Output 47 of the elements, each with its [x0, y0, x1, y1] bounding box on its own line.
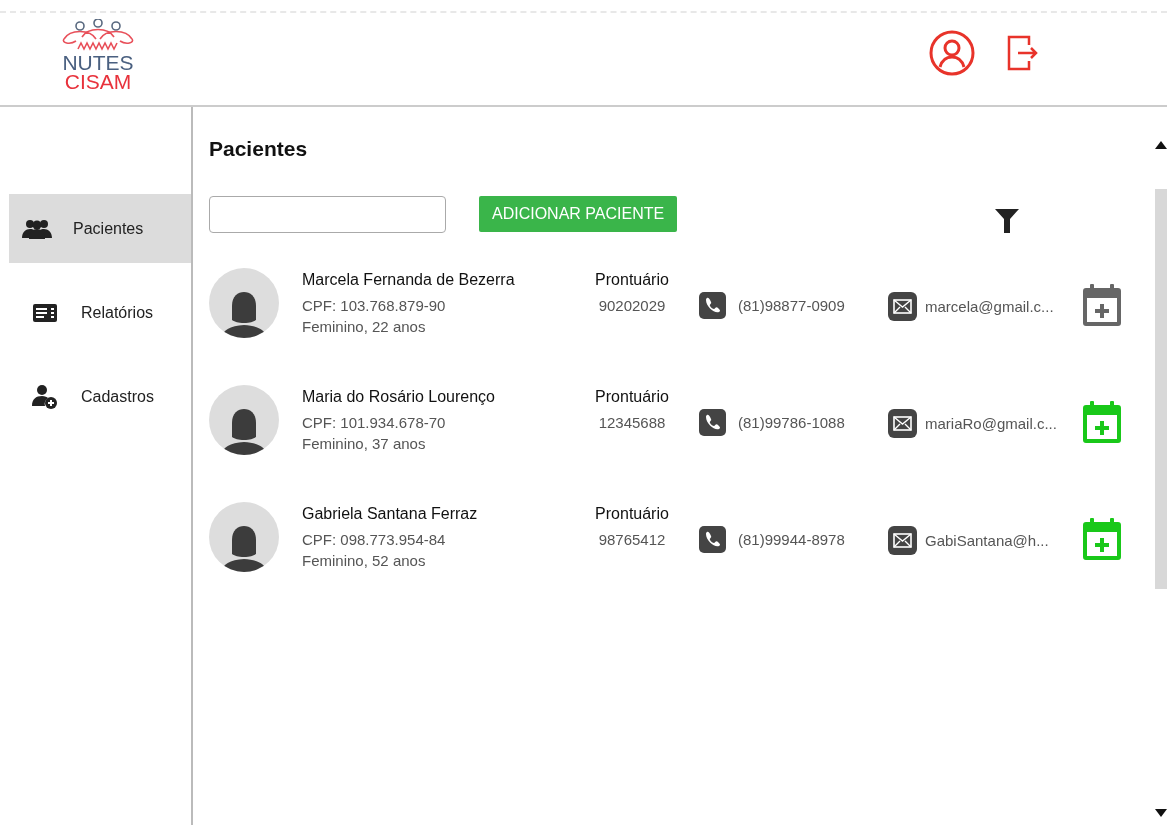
scroll-down-icon[interactable] — [1155, 809, 1167, 817]
patient-cpf: CPF: 101.934.678-70 — [302, 414, 447, 431]
sidebar-item[interactable]: Relatórios — [9, 278, 191, 347]
logout-icon[interactable] — [1007, 34, 1039, 71]
phone-icon — [699, 409, 726, 436]
person-silhouette-icon — [222, 292, 266, 338]
record-label: Prontuário — [595, 505, 669, 523]
phone-icon — [699, 292, 726, 319]
user-profile-icon[interactable] — [929, 29, 975, 76]
record-number: 90202029 — [598, 297, 666, 314]
phone-icon — [699, 526, 726, 553]
sidebar-item[interactable]: Cadastros — [9, 362, 191, 431]
email-address: mariaRo@gmail.c... — [925, 415, 1057, 432]
scroll-up-icon[interactable] — [1155, 141, 1167, 149]
patient-name: Marcela Fernanda de Bezerra — [302, 271, 516, 289]
filter-icon[interactable] — [995, 209, 1019, 233]
logo-text: CISAM — [64, 71, 132, 91]
phone-number: (81)99944-8978 — [738, 531, 845, 548]
record-number: 12345688 — [598, 414, 666, 431]
calendar-add-icon[interactable] — [1083, 284, 1121, 326]
patient-info: Feminino, 22 anos — [302, 318, 427, 335]
email-icon — [888, 292, 917, 321]
logo-text: NUTES — [62, 52, 134, 72]
email-icon — [888, 526, 917, 555]
patient-cpf: CPF: 098.773.954-84 — [302, 531, 447, 548]
record-number: 98765412 — [598, 531, 666, 548]
record-label: Prontuário — [595, 388, 669, 406]
search-field[interactable] — [209, 195, 446, 233]
email-address: GabiSantana@h... — [925, 532, 1049, 549]
scrollbar[interactable] — [1155, 189, 1167, 589]
sidebar-item[interactable]: Pacientes — [9, 194, 191, 263]
person-silhouette-icon — [222, 409, 266, 455]
patient-name: Maria do Rosário Lourenço — [302, 388, 496, 406]
record-label: Prontuário — [595, 271, 669, 289]
patient-info: Feminino, 37 anos — [302, 435, 427, 452]
patient-cpf: CPF: 103.768.879-90 — [302, 297, 447, 314]
add-user-icon — [32, 383, 58, 410]
page-title: Pacientes — [209, 137, 309, 161]
patient-info: Feminino, 52 anos — [302, 552, 427, 569]
phone-number: (81)98877-0909 — [738, 297, 845, 314]
report-icon — [33, 302, 57, 323]
email-address: marcela@gmail.c... — [925, 298, 1054, 315]
group-icon — [22, 218, 52, 239]
phone-number: (81)99786-1088 — [738, 414, 845, 431]
email-icon — [888, 409, 917, 438]
patient-name: Gabriela Santana Ferraz — [302, 505, 479, 523]
person-silhouette-icon — [222, 526, 266, 572]
